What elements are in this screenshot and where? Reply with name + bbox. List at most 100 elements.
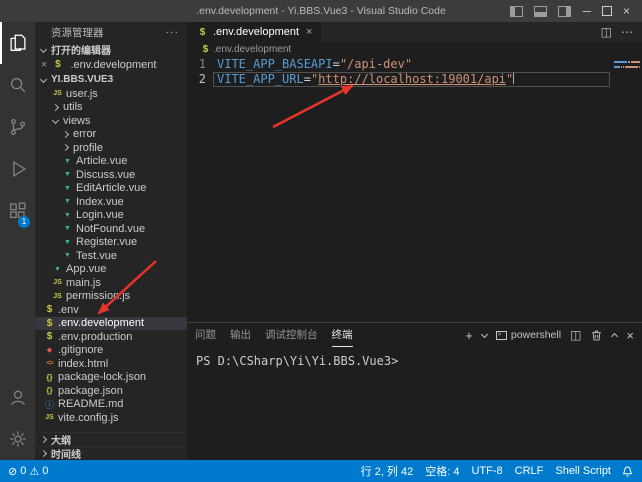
tree-item-Register.vue[interactable]: ▼Register.vue: [35, 236, 187, 250]
tree-item-index.html[interactable]: <>index.html: [35, 357, 187, 371]
tree-item-label: main.js: [66, 277, 101, 289]
tree-item-label: package.json: [58, 385, 123, 397]
tree-item-label: NotFound.vue: [76, 223, 145, 235]
explorer-icon[interactable]: [0, 22, 35, 64]
status-item-3[interactable]: CRLF: [509, 465, 550, 477]
tree-item-utils[interactable]: utils: [35, 101, 187, 115]
sidebar-title: 资源管理器: [51, 25, 104, 40]
tree-item-main.js[interactable]: JSmain.js: [35, 276, 187, 290]
problems-indicator[interactable]: ⊘ 0 ⚠ 0: [8, 465, 48, 478]
panel-tab-调试控制台[interactable]: 调试控制台: [265, 323, 318, 347]
account-icon[interactable]: [0, 376, 35, 418]
terminal-profile-dropdown-icon[interactable]: [482, 334, 487, 337]
open-editors-section[interactable]: 打开的编辑器: [35, 42, 187, 57]
outline-label: 大纲: [51, 432, 71, 447]
vue-file-icon: ▼: [61, 198, 74, 205]
more-actions-icon[interactable]: ···: [166, 26, 180, 38]
maximize-button[interactable]: [602, 6, 612, 16]
toggle-sidebar-icon[interactable]: [510, 6, 523, 17]
close-editor-icon[interactable]: ×: [41, 59, 47, 71]
tree-item-permission.js[interactable]: JSpermission.js: [35, 290, 187, 304]
code-token: VITE_APP_BASEAPI: [217, 57, 333, 71]
warnings-icon: ⚠: [29, 465, 39, 478]
tree-item-NotFound.vue[interactable]: ▼NotFound.vue: [35, 222, 187, 236]
minimap-token: [614, 66, 620, 68]
html-file-icon: <>: [43, 360, 56, 367]
tree-item-label: .gitignore: [58, 344, 103, 356]
tree-item-Login.vue[interactable]: ▼Login.vue: [35, 209, 187, 223]
customize-layout-icon[interactable]: [558, 6, 571, 17]
tree-item-Index.vue[interactable]: ▼Index.vue: [35, 195, 187, 209]
toggle-panel-icon[interactable]: [534, 6, 547, 17]
new-terminal-icon[interactable]: +: [465, 328, 473, 343]
workspace-section[interactable]: YI.BBS.VUE3: [35, 72, 187, 87]
code-lines: 1VITE_APP_BASEAPI="/api-dev"2VITE_APP_UR…: [187, 57, 642, 87]
tree-item-label: Article.vue: [76, 155, 127, 167]
editor-code-area[interactable]: 1VITE_APP_BASEAPI="/api-dev"2VITE_APP_UR…: [187, 56, 642, 322]
editor-group: $ .env.development × ◫ ⋯ $ .env.developm…: [187, 22, 642, 460]
close-window-button[interactable]: ×: [623, 6, 630, 17]
tree-item-error[interactable]: error: [35, 128, 187, 142]
open-editors-label: 打开的编辑器: [51, 42, 111, 57]
chevron-right-icon: [40, 450, 47, 457]
tab-env-development[interactable]: $ .env.development ×: [187, 22, 321, 42]
panel-tab-输出[interactable]: 输出: [230, 323, 251, 347]
terminal[interactable]: PS D:\CSharp\Yi\Yi.BBS.Vue3>: [187, 347, 642, 460]
code-line-1[interactable]: 1VITE_APP_BASEAPI="/api-dev": [187, 57, 642, 72]
tree-item-App.vue[interactable]: ▼App.vue: [35, 263, 187, 277]
tree-item-views[interactable]: views: [35, 114, 187, 128]
tree-item-EditArticle.vue[interactable]: ▼EditArticle.vue: [35, 182, 187, 196]
notifications-bell-icon[interactable]: [617, 465, 634, 478]
split-editor-icon[interactable]: ◫: [601, 25, 612, 39]
tree-item-label: vite.config.js: [58, 412, 119, 424]
tree-item-Test.vue[interactable]: ▼Test.vue: [35, 249, 187, 263]
extensions-icon[interactable]: 1: [0, 190, 35, 232]
tree-item-.env[interactable]: $.env: [35, 303, 187, 317]
code-line-2[interactable]: 2VITE_APP_URL="http://localhost:19001/ap…: [187, 72, 642, 87]
breadcrumb[interactable]: $ .env.development: [187, 42, 642, 56]
minimap[interactable]: [612, 58, 642, 322]
line-number: 1: [187, 57, 213, 72]
run-debug-icon[interactable]: [0, 148, 35, 190]
panel-tabs: 问题输出调试控制台终端: [195, 323, 353, 347]
tab-close-icon[interactable]: ×: [306, 26, 312, 38]
kill-terminal-icon[interactable]: [590, 329, 603, 342]
maximize-panel-icon[interactable]: [612, 331, 617, 339]
panel-tab-问题[interactable]: 问题: [195, 323, 216, 347]
warnings-count: 0: [42, 465, 48, 477]
tree-item-label: Test.vue: [76, 250, 117, 262]
tree-item-label: permission.js: [66, 290, 130, 302]
tree-item-user.js[interactable]: JSuser.js: [35, 87, 187, 101]
editor-more-actions-icon[interactable]: ⋯: [621, 25, 633, 39]
status-item-4[interactable]: Shell Script: [549, 465, 617, 477]
panel-tab-终端[interactable]: 终端: [332, 323, 353, 347]
terminal-instance-selector[interactable]: > powershell: [496, 329, 561, 341]
tree-item-profile[interactable]: profile: [35, 141, 187, 155]
source-control-icon[interactable]: [0, 106, 35, 148]
tree-item-Discuss.vue[interactable]: ▼Discuss.vue: [35, 168, 187, 182]
search-icon[interactable]: [0, 64, 35, 106]
env-file-icon: $: [200, 44, 211, 55]
close-panel-icon[interactable]: ×: [626, 328, 634, 343]
tree-item-package-lock.json[interactable]: {}package-lock.json: [35, 371, 187, 385]
tree-item-label: README.md: [58, 398, 123, 410]
open-editor-item[interactable]: × $ .env.development: [35, 57, 187, 72]
tree-item-.gitignore[interactable]: ◆.gitignore: [35, 344, 187, 358]
tree-item-.env.development[interactable]: $.env.development: [35, 317, 187, 331]
settings-gear-icon[interactable]: [0, 418, 35, 460]
split-terminal-icon[interactable]: ◫: [570, 328, 581, 342]
tree-item-label: .env.production: [58, 331, 132, 343]
outline-section[interactable]: 大纲: [35, 432, 187, 446]
status-item-0[interactable]: 行 2, 列 42: [355, 463, 420, 479]
minimize-button[interactable]: ─: [582, 6, 591, 17]
status-item-2[interactable]: UTF-8: [465, 465, 508, 477]
timeline-label: 时间线: [51, 446, 81, 460]
tree-item-Article.vue[interactable]: ▼Article.vue: [35, 155, 187, 169]
status-item-1[interactable]: 空格: 4: [419, 463, 465, 479]
tree-item-README.md[interactable]: ⓘREADME.md: [35, 398, 187, 412]
sidebar-header: 资源管理器 ···: [35, 22, 187, 42]
tree-item-vite.config.js[interactable]: JSvite.config.js: [35, 411, 187, 425]
tree-item-package.json[interactable]: {}package.json: [35, 384, 187, 398]
tree-item-.env.production[interactable]: $.env.production: [35, 330, 187, 344]
timeline-section[interactable]: 时间线: [35, 446, 187, 460]
